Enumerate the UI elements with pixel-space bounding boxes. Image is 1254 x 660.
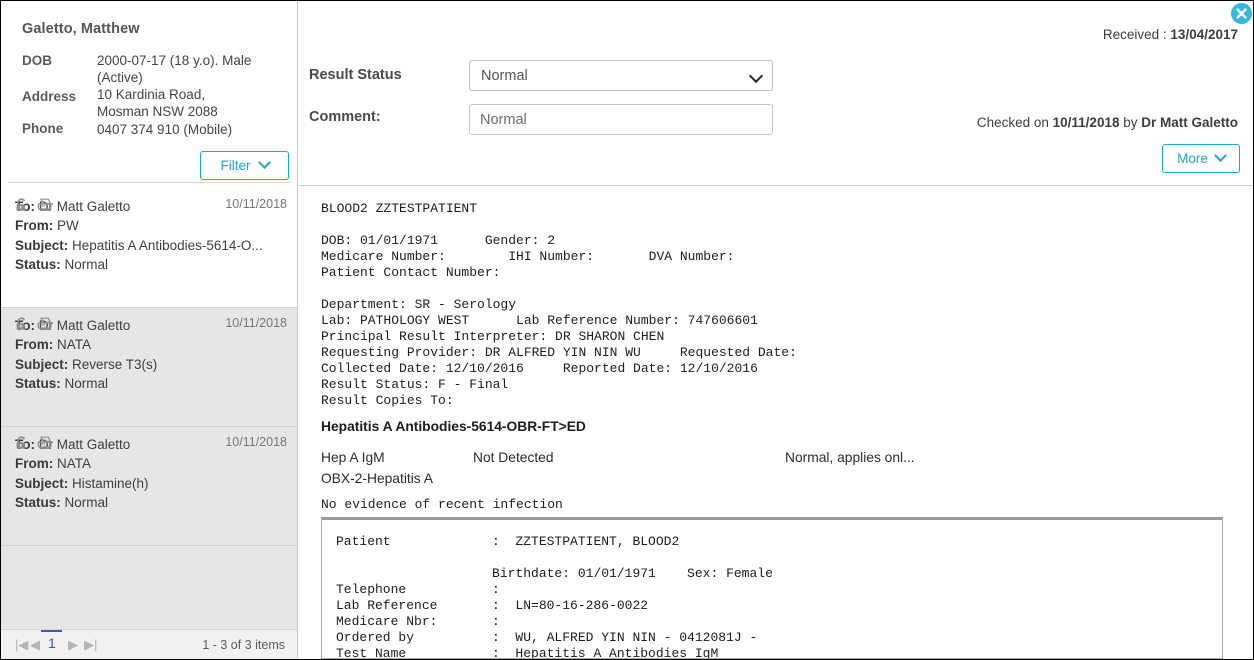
list-item[interactable]: 10/11/2018 To: Dr Matt Galetto From: NAT… <box>1 427 297 546</box>
report-detail-box: Patient : ZZTESTPATIENT, BLOOD2 Birthdat… <box>321 517 1223 659</box>
message-icons <box>15 317 53 336</box>
result-status-label: Result Status <box>309 67 402 83</box>
obx-test-name: OBX-2-Hepatitis A <box>321 471 433 486</box>
message-from-label: From: <box>15 456 54 472</box>
message-list[interactable]: 10/11/2018 To: Dr Matt Galetto From: PW … <box>1 189 297 629</box>
message-subject-value: Histamine(h) <box>72 475 149 491</box>
checked-date: 10/11/2018 <box>1052 115 1120 130</box>
message-status-label: Status: <box>15 257 61 273</box>
message-icons <box>15 198 53 217</box>
chevron-down-icon <box>748 68 764 84</box>
more-button-label: More <box>1177 151 1208 166</box>
checked-mid: by <box>1119 115 1142 130</box>
close-icon[interactable] <box>1231 3 1252 24</box>
report-section-heading: Hepatitis A Antibodies-5614-OBR-FT>ED <box>321 419 586 434</box>
message-from-value: PW <box>57 218 79 234</box>
obx-result-table: Hep A IgM Not Detected Normal, applies o… <box>321 450 1221 492</box>
message-status-label: Status: <box>15 376 61 392</box>
patient-address-value: 10 Kardinia Road, Mosman NSW 2088 <box>97 87 218 119</box>
patient-dob-label: DOB <box>22 53 52 68</box>
message-status-value: Normal <box>64 376 109 392</box>
checked-by-name: Dr Matt Galetto <box>1141 115 1238 130</box>
page-title: Galetto, Matthew <box>22 21 140 37</box>
message-icons <box>15 436 53 455</box>
checked-by-line: Checked on 10/11/2018 by Dr Matt Galetto <box>977 115 1238 130</box>
pagination-last-button[interactable]: ▶| <box>84 637 97 653</box>
fax-icon <box>37 317 53 336</box>
message-subject-value: Hepatitis A Antibodies-5614-O... <box>72 237 263 253</box>
pagination-prev-button[interactable]: ◀ <box>30 637 40 653</box>
fax-icon <box>37 198 53 217</box>
message-from-value: NATA <box>57 456 92 472</box>
result-status-selected-value: Normal <box>481 67 528 84</box>
result-status-select[interactable]: Normal <box>469 60 773 91</box>
result-viewer-window: Galetto, Matthew DOB 2000-07-17 (18 y.o)… <box>0 0 1254 660</box>
obx-reference-range: Normal, applies onl... <box>785 450 915 465</box>
fax-icon <box>37 436 53 455</box>
pagination-bar: |◀ ◀ 1 ▶ ▶| 1 - 3 of 3 items <box>1 629 297 659</box>
obx-test-name: Hep A IgM <box>321 450 385 465</box>
left-panel: Galetto, Matthew DOB 2000-07-17 (18 y.o)… <box>1 1 298 659</box>
table-row: OBX-2-Hepatitis A <box>321 471 1221 492</box>
report-body: BLOOD2 ZZTESTPATIENT DOB: 01/01/1971 Gen… <box>299 187 1253 659</box>
pagination-next-button[interactable]: ▶ <box>68 637 78 653</box>
filter-button-label: Filter <box>220 158 251 173</box>
report-header-text: BLOOD2 ZZTESTPATIENT DOB: 01/01/1971 Gen… <box>321 201 797 408</box>
patient-phone-value: 0407 374 910 (Mobile) <box>97 122 233 137</box>
pagination-first-button[interactable]: |◀ <box>15 637 28 653</box>
lock-icon <box>15 436 28 455</box>
result-header: Received : 13/04/2017 Result Status Norm… <box>299 1 1253 186</box>
list-item[interactable]: 10/11/2018 To: Dr Matt Galetto From: NAT… <box>1 308 297 427</box>
chevron-down-icon <box>1214 149 1227 163</box>
message-status-value: Normal <box>64 495 109 511</box>
chevron-down-icon <box>257 156 271 170</box>
message-from-label: From: <box>15 337 54 353</box>
message-subject-label: Subject: <box>15 475 69 491</box>
comment-input[interactable] <box>469 104 773 135</box>
filter-button[interactable]: Filter <box>200 151 289 180</box>
report-detail-text: Patient : ZZTESTPATIENT, BLOOD2 Birthdat… <box>336 534 773 659</box>
lock-icon <box>15 198 28 217</box>
received-label: Received : <box>1102 27 1171 42</box>
message-subject-value: Reverse T3(s) <box>72 356 158 372</box>
message-date: 10/11/2018 <box>225 435 287 449</box>
pagination-item-count: 1 - 3 of 3 items <box>202 638 285 652</box>
received-date: 13/04/2017 <box>1170 27 1238 42</box>
patient-address-label: Address <box>22 89 77 104</box>
comment-label: Comment: <box>309 109 381 125</box>
received-date-line: Received : 13/04/2017 <box>1103 27 1238 42</box>
message-status-value: Normal <box>64 257 109 273</box>
list-item[interactable]: 10/11/2018 To: Dr Matt Galetto From: PW … <box>1 189 297 308</box>
message-subject-label: Subject: <box>15 237 69 253</box>
more-button[interactable]: More <box>1162 144 1240 173</box>
right-panel: Received : 13/04/2017 Result Status Norm… <box>299 1 1253 659</box>
message-date: 10/11/2018 <box>225 316 287 330</box>
lock-icon <box>15 317 28 336</box>
message-subject-label: Subject: <box>15 356 69 372</box>
message-date: 10/11/2018 <box>225 197 287 211</box>
patient-dob-value: 2000-07-17 (18 y.o). Male (Active) <box>97 53 252 85</box>
checked-prefix: Checked on <box>976 115 1053 130</box>
pagination-active-underline <box>41 630 62 632</box>
pagination-page-1[interactable]: 1 <box>44 635 60 651</box>
patient-phone-label: Phone <box>22 121 64 136</box>
report-note: No evidence of recent infection <box>321 497 563 512</box>
obx-test-value: Not Detected <box>473 450 554 465</box>
message-status-label: Status: <box>15 495 61 511</box>
table-row: Hep A IgM Not Detected Normal, applies o… <box>321 450 1221 471</box>
message-from-value: NATA <box>57 337 92 353</box>
message-from-label: From: <box>15 218 54 234</box>
